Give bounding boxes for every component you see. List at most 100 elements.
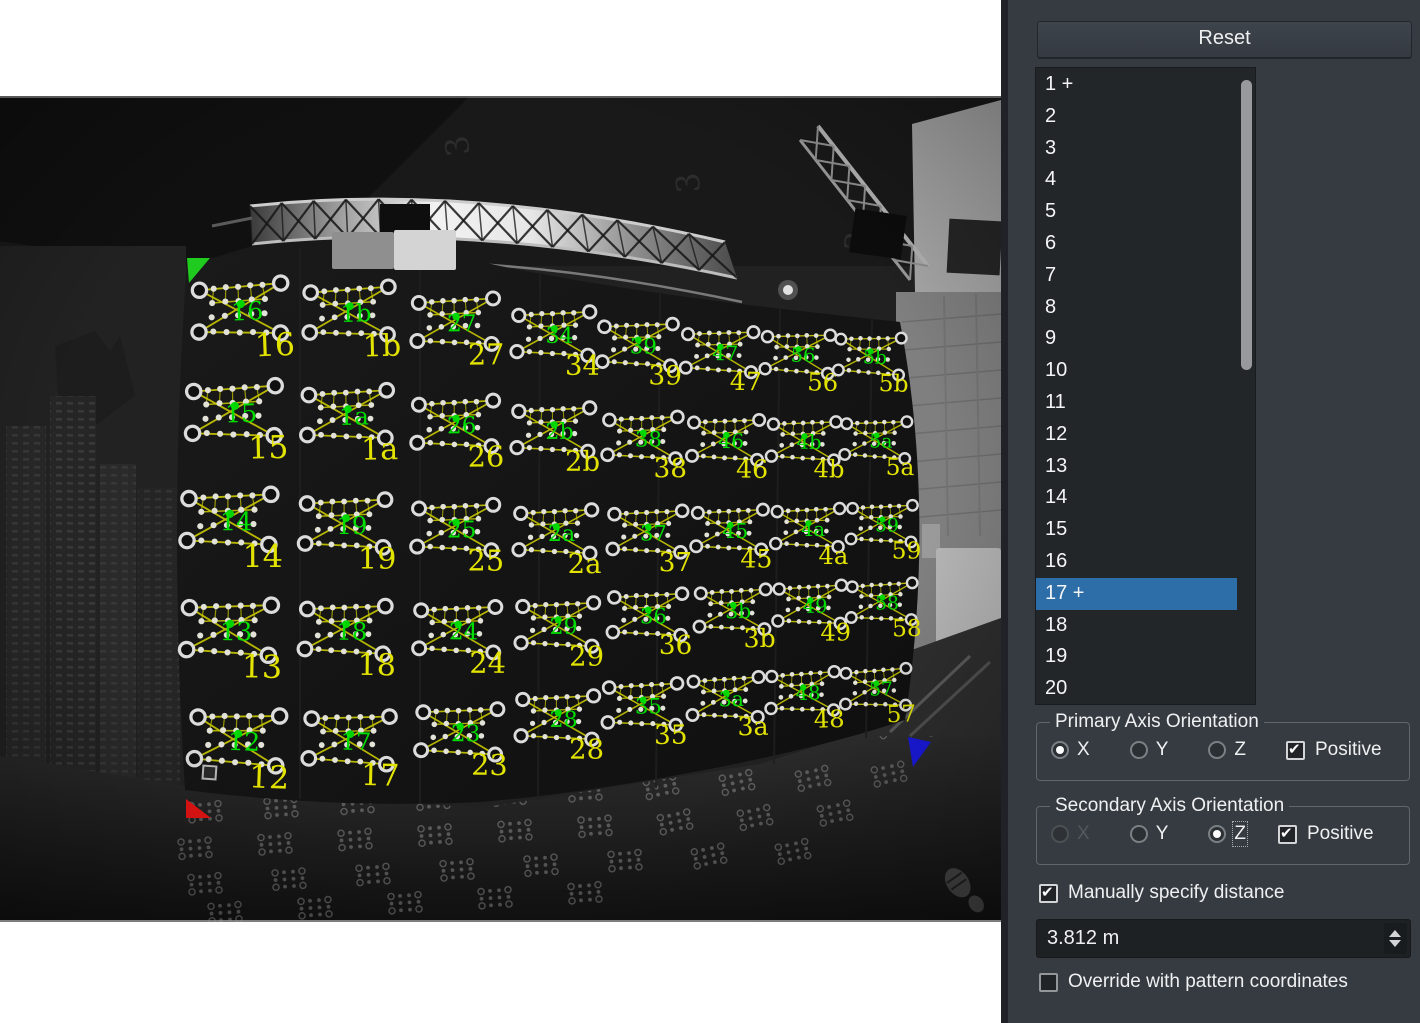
- manual-distance-checkbox[interactable]: [1039, 884, 1058, 903]
- spin-up-icon[interactable]: [1389, 930, 1401, 937]
- pattern-id-green: 45: [722, 519, 748, 543]
- pattern-id-green: 29: [549, 614, 577, 640]
- radio-x[interactable]: [1051, 825, 1069, 843]
- pattern-id-green: 39: [630, 334, 657, 359]
- pattern-list-item[interactable]: 15: [1036, 514, 1237, 546]
- pattern-id-green: 15: [225, 399, 258, 430]
- radio-label-x[interactable]: X: [1077, 739, 1090, 761]
- camera-image[interactable]: 3 3 3: [0, 96, 1001, 922]
- positive-checkbox[interactable]: [1278, 825, 1297, 844]
- lamp-housing-dark: [380, 204, 430, 234]
- pattern-list-frame: 1 +234567891011121314151617 +181920: [1035, 67, 1256, 705]
- pattern-list-item[interactable]: 8: [1036, 292, 1237, 324]
- pattern-list-item[interactable]: 1 +: [1036, 69, 1237, 101]
- pattern-list-item[interactable]: 10: [1036, 355, 1237, 387]
- calibration-app: 3 3 3: [0, 0, 1420, 1023]
- list-scrollbar[interactable]: [1239, 68, 1254, 704]
- pattern-id-green: 46: [718, 429, 744, 453]
- override-row: Override with pattern coordinates: [1039, 971, 1348, 993]
- pattern-id-green: 27: [447, 310, 477, 337]
- pattern-list-item[interactable]: 19: [1036, 641, 1237, 673]
- pattern-list-item[interactable]: 14: [1036, 482, 1237, 514]
- radio-label-z[interactable]: Z: [1234, 739, 1246, 761]
- pattern-id-yellow: 25: [468, 544, 505, 578]
- positive-label[interactable]: Positive: [1307, 823, 1374, 845]
- secondary-axis-options: X Y Z Positive: [1051, 823, 1374, 845]
- secondary-axis-groupbox: Secondary Axis Orientation XYZPositive: [1036, 806, 1410, 865]
- pattern-id-yellow: 36: [659, 631, 693, 661]
- pattern-list-item[interactable]: 6: [1036, 228, 1237, 260]
- pattern-id-yellow: 1a: [361, 432, 399, 467]
- svg-text:3: 3: [668, 171, 708, 195]
- pattern-id-yellow: 5a: [885, 454, 914, 481]
- radio-y[interactable]: [1130, 741, 1148, 759]
- pattern-id-green: 5a: [869, 431, 893, 452]
- override-checkbox[interactable]: [1039, 973, 1058, 992]
- pattern-id-green: 35: [635, 694, 662, 719]
- radio-label-z[interactable]: Z: [1234, 823, 1246, 845]
- pattern-id-yellow: 26: [468, 439, 505, 473]
- radio-label-x[interactable]: X: [1077, 823, 1090, 845]
- pattern-id-green: 26: [447, 412, 477, 439]
- spin-buttons: [1384, 923, 1407, 954]
- camera-image-viewport[interactable]: 3 3 3: [0, 0, 1001, 1023]
- pattern-id-green: 18: [336, 617, 367, 646]
- override-label[interactable]: Override with pattern coordinates: [1068, 971, 1348, 993]
- pattern-list-item[interactable]: 4: [1036, 164, 1237, 196]
- pattern-list-item[interactable]: 13: [1036, 451, 1237, 483]
- pattern-list-item[interactable]: 16: [1036, 546, 1237, 578]
- pattern-id-green: 58: [875, 593, 899, 614]
- radio-label-y[interactable]: Y: [1156, 823, 1169, 845]
- pattern-list-item[interactable]: 11: [1036, 387, 1237, 419]
- pattern-id-yellow: 58: [892, 615, 922, 642]
- spin-down-icon[interactable]: [1389, 940, 1401, 947]
- pattern-list-item[interactable]: 3: [1036, 133, 1237, 165]
- radio-y[interactable]: [1130, 825, 1148, 843]
- pattern-id-green: 37: [640, 520, 667, 545]
- manual-distance-label[interactable]: Manually specify distance: [1068, 882, 1285, 904]
- pattern-id-yellow: 1b: [362, 329, 401, 365]
- pattern-list-item[interactable]: 18: [1036, 610, 1237, 642]
- pattern-id-green: 59: [875, 515, 899, 536]
- radio-x[interactable]: [1051, 741, 1069, 759]
- pattern-id-green: 34: [545, 323, 573, 349]
- positive-checkbox[interactable]: [1286, 741, 1305, 760]
- pattern-id-yellow: 14: [243, 539, 283, 575]
- radio-z[interactable]: [1208, 825, 1226, 843]
- pattern-list-item[interactable]: 12: [1036, 419, 1237, 451]
- radio-label-y[interactable]: Y: [1156, 739, 1169, 761]
- pattern-id-green: 56: [790, 344, 816, 368]
- distance-spinbox[interactable]: 3.812 m: [1036, 919, 1411, 958]
- pattern-list-item[interactable]: 20: [1036, 673, 1237, 705]
- pattern-id-green: 2a: [548, 521, 575, 547]
- pattern-id-yellow: 57: [886, 700, 916, 728]
- pattern-id-yellow: 59: [892, 537, 922, 564]
- pattern-id-yellow: 45: [740, 544, 772, 573]
- pattern-id-yellow: 35: [654, 721, 688, 751]
- positive-label[interactable]: Positive: [1315, 739, 1382, 761]
- reset-button[interactable]: Reset: [1037, 21, 1412, 58]
- pattern-id-green: 57: [869, 679, 894, 701]
- radio-z[interactable]: [1208, 741, 1226, 759]
- pattern-list-item[interactable]: 2: [1036, 101, 1237, 133]
- lamp-box-right: [394, 230, 456, 270]
- pattern-list-item[interactable]: 5: [1036, 196, 1237, 228]
- pattern-id-yellow: 3a: [737, 712, 769, 742]
- pattern-list-item[interactable]: 7: [1036, 260, 1237, 292]
- pattern-id-yellow: 4a: [819, 542, 849, 570]
- list-scrollbar-thumb[interactable]: [1241, 80, 1252, 370]
- primary-axis-options: X Y Z Positive: [1051, 739, 1382, 761]
- splitter-handle[interactable]: [1001, 0, 1008, 1023]
- pattern-id-green: 2b: [545, 419, 573, 445]
- pattern-id-green: 4b: [796, 431, 821, 454]
- distance-value[interactable]: 3.812 m: [1047, 920, 1119, 957]
- pattern-list-item[interactable]: 9: [1036, 323, 1237, 355]
- pattern-id-yellow: 2b: [565, 447, 600, 478]
- pattern-id-green: 24: [449, 618, 479, 645]
- pattern-id-yellow: 3b: [743, 624, 775, 653]
- pattern-id-yellow: 29: [569, 642, 604, 673]
- pattern-list-item[interactable]: 17 +: [1036, 578, 1237, 610]
- lamp-box-left: [332, 232, 394, 269]
- pattern-id-green: 5b: [863, 347, 888, 369]
- pattern-id-green: 19: [336, 511, 367, 540]
